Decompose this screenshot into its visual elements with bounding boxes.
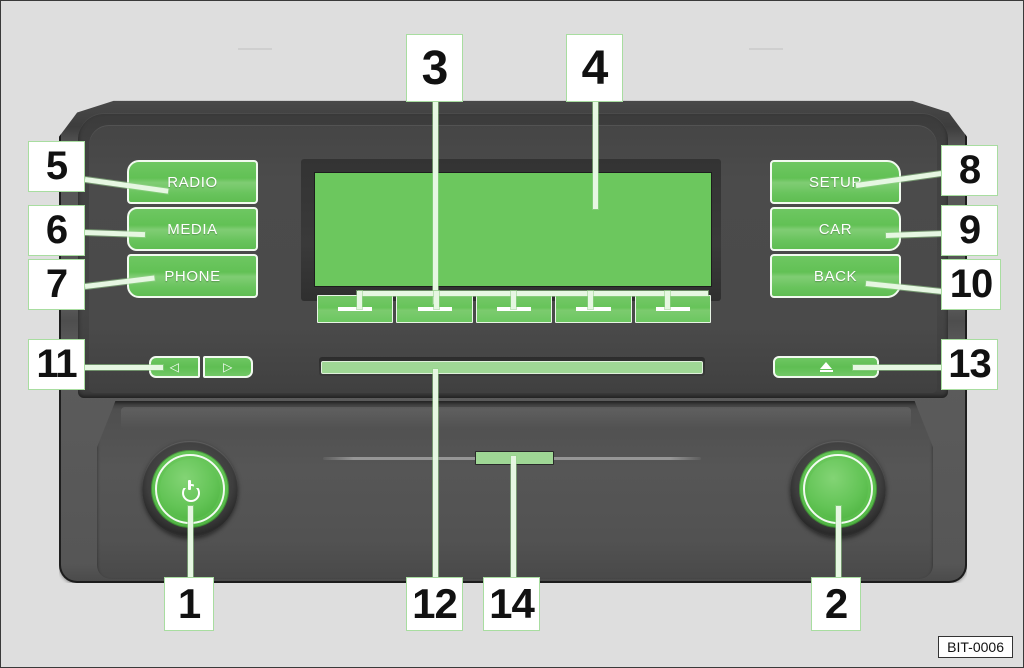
- callout-13: 13: [941, 339, 998, 390]
- callout-11: 11: [28, 339, 85, 390]
- softkey-dash-icon: [655, 307, 690, 311]
- softkey-4[interactable]: [555, 295, 632, 323]
- figure-canvas: RADIO MEDIA PHONE SETUP CAR BACK ◁ ▷ 3 4…: [0, 0, 1024, 668]
- callout-5: 5: [28, 141, 85, 192]
- eject-triangle-icon: [820, 361, 832, 369]
- display-screen: [314, 172, 712, 287]
- callout-6: 6: [28, 205, 85, 256]
- leader-line-3-branch-3: [511, 291, 516, 309]
- radio-button[interactable]: RADIO: [127, 160, 258, 204]
- back-button[interactable]: BACK: [770, 254, 901, 298]
- tuning-knob-tick: [749, 48, 783, 50]
- car-button[interactable]: CAR: [770, 207, 901, 251]
- leader-line-3-branch-4: [588, 291, 593, 309]
- callout-14: 14: [483, 577, 540, 631]
- power-icon: [181, 480, 199, 498]
- softkey-dash-icon: [576, 307, 611, 311]
- callout-2: 2: [811, 577, 861, 631]
- power-knob-tick: [238, 48, 272, 50]
- leader-line-1: [188, 506, 193, 578]
- eject-bar-icon: [819, 369, 833, 373]
- callout-4: 4: [566, 34, 623, 102]
- callout-10: 10: [941, 259, 1001, 310]
- leader-line-3-connector: [359, 291, 708, 296]
- leader-line-3-branch-2: [434, 291, 439, 309]
- leader-line-3-branch-1: [357, 291, 362, 309]
- softkey-dash-icon: [338, 307, 373, 311]
- callout-3: 3: [406, 34, 463, 102]
- leader-line-13: [853, 365, 943, 370]
- media-button[interactable]: MEDIA: [127, 207, 258, 251]
- leader-line-2: [836, 506, 841, 578]
- leader-line-12: [433, 369, 438, 578]
- callout-1: 1: [164, 577, 214, 631]
- callout-12: 12: [406, 577, 463, 631]
- softkey-5[interactable]: [634, 295, 712, 323]
- callout-7: 7: [28, 259, 85, 310]
- shelf-highlight: [121, 407, 911, 429]
- callout-8: 8: [941, 145, 998, 196]
- leader-line-3-vertical: [433, 101, 438, 304]
- leader-line-4: [593, 101, 598, 209]
- leader-line-11: [85, 365, 163, 370]
- softkey-1[interactable]: [317, 295, 394, 323]
- callout-9: 9: [941, 205, 998, 256]
- skip-next-button[interactable]: ▷: [202, 356, 253, 378]
- cd-slot[interactable]: [321, 361, 703, 374]
- skip-buttons: ◁ ▷: [149, 356, 253, 378]
- image-id-label: BIT-0006: [938, 636, 1013, 658]
- leader-line-3-branch-5: [665, 291, 670, 309]
- leader-line-14: [511, 456, 516, 578]
